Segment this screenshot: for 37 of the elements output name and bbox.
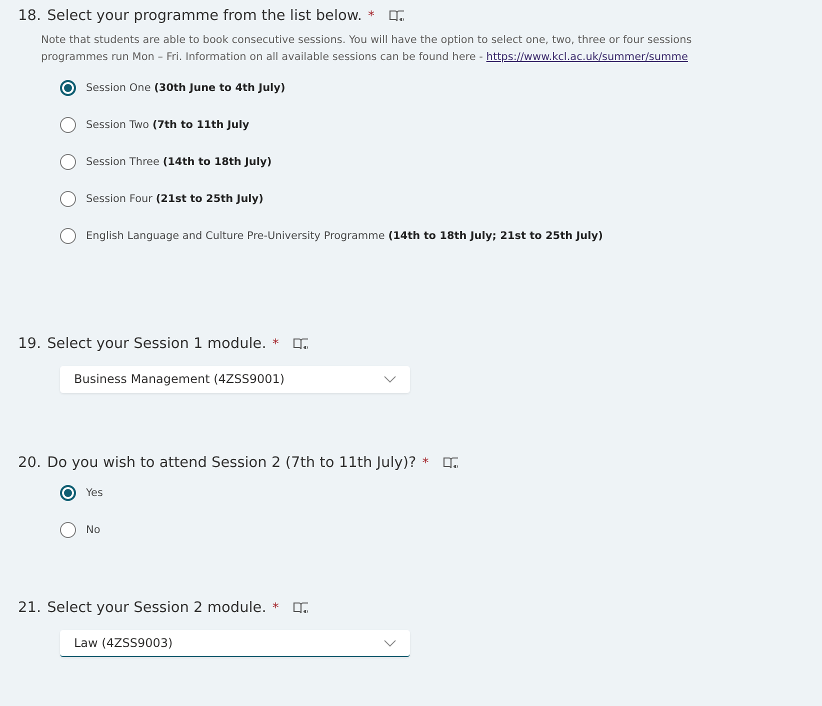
option-label[interactable]: Session One (30th June to 4th July) — [86, 82, 286, 94]
option-label[interactable]: Session Four (21st to 25th July) — [86, 193, 264, 205]
radio-button[interactable] — [60, 80, 76, 96]
question-number: 20. — [18, 455, 42, 471]
chevron-down-icon — [384, 376, 396, 382]
module-dropdown[interactable]: Law (4ZSS9003) — [60, 630, 410, 657]
required-mark: * — [272, 600, 279, 616]
radio-button[interactable] — [60, 485, 76, 501]
immersive-reader-icon[interactable] — [442, 456, 459, 470]
question-title: Select your Session 1 module. — [47, 336, 266, 352]
note-text: Note that students are able to book consecutive sessions. You will have the option to select one, two, three or four sessions — [41, 34, 692, 46]
option-label[interactable]: Session Two (7th to 11th July — [86, 119, 250, 131]
radio-button[interactable] — [60, 191, 76, 207]
option-label[interactable]: English Language and Culture Pre-University Programme (14th to 18th July; 21st to 25th July) — [86, 230, 603, 242]
note-text: programmes run Mon – Fri. Information on all available sessions can be found here - — [41, 51, 484, 63]
radio-button[interactable] — [60, 228, 76, 244]
question-title: Select your programme from the list below. — [47, 8, 362, 24]
question-title: Do you wish to attend Session 2 (7th to 11th July)? — [47, 455, 416, 471]
chevron-down-icon — [384, 640, 396, 646]
radio-button[interactable] — [60, 522, 76, 538]
required-mark: * — [272, 336, 279, 352]
question-number: 21. — [18, 600, 42, 616]
question-number: 19. — [18, 336, 42, 352]
required-mark: * — [368, 8, 374, 24]
question-title: Select your Session 2 module. — [47, 600, 266, 616]
immersive-reader-icon[interactable] — [292, 601, 309, 615]
radio-button[interactable] — [60, 117, 76, 133]
immersive-reader-icon[interactable] — [388, 9, 404, 23]
radio-button[interactable] — [60, 154, 76, 170]
option-label[interactable]: Yes — [86, 487, 103, 499]
immersive-reader-icon[interactable] — [292, 337, 309, 351]
required-mark: * — [422, 456, 429, 470]
option-label[interactable]: No — [86, 524, 100, 536]
question-number: 18. — [18, 8, 42, 24]
info-link[interactable]: https://www.kcl.ac.uk/summer/summe — [486, 51, 688, 63]
option-label[interactable]: Session Three (14th to 18th July) — [86, 156, 272, 168]
module-dropdown[interactable]: Business Management (4ZSS9001) — [60, 366, 410, 393]
